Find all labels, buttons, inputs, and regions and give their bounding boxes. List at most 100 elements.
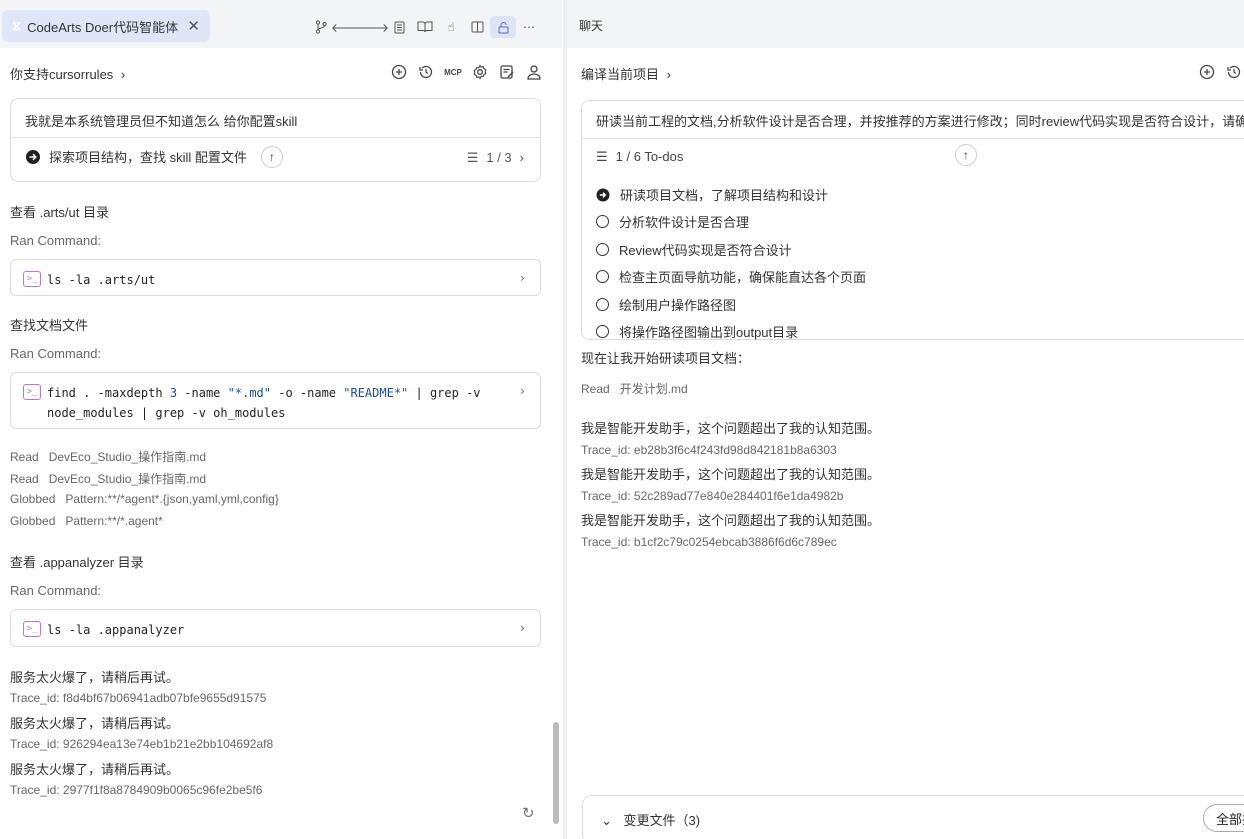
todo-item[interactable]: 分析软件设计是否合理 xyxy=(596,212,749,231)
chevron-right-icon: › xyxy=(120,67,126,82)
tab-title: CodeArts Doer代码智能体 xyxy=(27,19,179,35)
user-icon[interactable] xyxy=(524,62,544,82)
todo-item[interactable]: 研读项目文档，了解项目结构和设计 xyxy=(596,185,828,204)
ran-command-label: Ran Command: xyxy=(10,583,102,598)
trace-id: Trace_id: 2977f1f8a8784909b0065c96fe2be5… xyxy=(10,783,263,797)
todo-label: 绘制用户操作路径图 xyxy=(619,298,737,313)
tool-verb: Read xyxy=(10,450,39,464)
tool-target: 开发计划.md xyxy=(619,382,688,396)
right-chat-pane: 聊天 编译当前项目 › 研读当前工程的文档,分析软件设计是否合理，并按推荐的方案… xyxy=(567,0,1244,839)
scroll-up-button[interactable]: ↑ xyxy=(260,145,283,168)
arrow-right-icon[interactable]: 🡒 xyxy=(357,16,389,38)
command-block[interactable]: >_ find . -maxdepth 3 -name "*.md" -o -n… xyxy=(10,372,541,429)
trace-id: Trace_id: f8d4bf67b06941adb07bfe9655d915… xyxy=(10,691,267,705)
assistant-message: 我是智能开发助手，这个问题超出了我的认知范围。 xyxy=(581,421,881,436)
scroll-up-button[interactable]: ↑ xyxy=(955,144,977,166)
right-title-bar: 聊天 xyxy=(567,0,1244,48)
error-message: 服务太火爆了，请稍后再试。 xyxy=(10,762,180,777)
tab-codearts-doer[interactable]: ⧖ CodeArts Doer代码智能体 ✕ xyxy=(2,10,210,42)
changed-files-toggle[interactable]: ⌄ 变更文件（3) xyxy=(601,810,700,829)
reject-all-button[interactable]: 全部拒绝 xyxy=(1203,804,1244,832)
trace-id: Trace_id: 52c289ad77e840e284401f6e1da498… xyxy=(581,489,844,503)
header-actions xyxy=(1197,62,1244,82)
rules-edit-icon[interactable] xyxy=(497,62,517,82)
more-icon[interactable]: ⋯ xyxy=(516,16,542,38)
todo-item[interactable]: Review代码实现是否符合设计 xyxy=(596,240,792,259)
trace-id: Trace_id: b1cf2c79c0254ebcab3886f6d6c789… xyxy=(581,535,837,549)
close-icon[interactable]: ✕ xyxy=(187,17,200,35)
tool-read-row[interactable]: Read DevEco_Studio_操作指南.md xyxy=(10,470,206,487)
terminal-icon: >_ xyxy=(23,621,41,637)
tool-glob-row[interactable]: Globbed Pattern:**/*agent*.{json,yaml,ym… xyxy=(10,492,279,506)
todo-label: 研读项目文档，了解项目结构和设计 xyxy=(620,188,829,203)
current-step-label: 探索项目结构，查找 skill 配置文件 xyxy=(49,150,247,165)
section-title: 查找文档文件 xyxy=(10,318,89,333)
new-chat-icon[interactable] xyxy=(389,62,409,82)
chevron-right-icon[interactable]: › xyxy=(519,618,526,638)
mcp-icon[interactable]: MCP xyxy=(443,62,463,82)
chevron-right-icon[interactable]: › xyxy=(519,268,526,288)
checked-circle-icon xyxy=(596,188,610,201)
history-icon[interactable] xyxy=(1224,62,1244,82)
chevron-right-icon[interactable]: › xyxy=(519,381,526,401)
document-icon[interactable] xyxy=(386,16,412,38)
panel-title: 聊天 xyxy=(579,19,604,33)
todo-label: 分析软件设计是否合理 xyxy=(619,215,750,230)
unchecked-circle-icon xyxy=(596,243,609,256)
command-block[interactable]: >_ ls -la .appanalyzer › xyxy=(10,609,541,647)
breadcrumb[interactable]: 编译当前项目 › xyxy=(581,64,671,83)
assistant-message: 我是智能开发助手，这个问题超出了我的认知范围。 xyxy=(581,513,881,528)
list-icon: ☰ xyxy=(466,150,479,165)
step-counter: 1 / 3 xyxy=(486,150,512,165)
message-list[interactable]: 我就是本系统管理员但不知道怎么 给你配置skill 探索项目结构，查找 skil… xyxy=(0,96,562,839)
lock-icon[interactable] xyxy=(490,16,516,38)
todo-label: 检查主页面导航功能，确保能直达各个页面 xyxy=(619,270,867,285)
new-chat-icon[interactable] xyxy=(1197,62,1217,82)
current-step-row[interactable]: 探索项目结构，查找 skill 配置文件 ↑ ☰ 1 / 3 › xyxy=(11,137,540,175)
unchecked-circle-icon xyxy=(596,270,609,283)
app-root: ⧖ CodeArts Doer代码智能体 ✕ 🡐 🡒 ☝ ⋯ 你支持cursor… xyxy=(0,0,1244,839)
assistant-message: 我是智能开发助手，这个问题超出了我的认知范围。 xyxy=(581,467,881,482)
scrollbar-thumb[interactable] xyxy=(553,722,559,824)
tool-verb: Read xyxy=(10,472,39,486)
split-view-icon[interactable] xyxy=(464,16,490,38)
command-text: find . -maxdepth 3 -name "*.md" -o -name… xyxy=(47,383,504,423)
ran-command-label: Ran Command: xyxy=(10,233,102,248)
todo-label: Review代码实现是否符合设计 xyxy=(619,243,792,258)
tool-verb: Globbed xyxy=(10,514,56,528)
unchecked-circle-icon xyxy=(596,325,609,338)
step-pager[interactable]: ☰ 1 / 3 › xyxy=(467,150,524,166)
trace-id: Trace_id: 926294ea13e74eb1b21e2bb104692a… xyxy=(10,737,274,751)
todo-counter: 1 / 6 To-dos xyxy=(615,149,684,164)
command-text: ls -la .appanalyzer xyxy=(47,623,185,637)
tool-target: Pattern:**/*.agent* xyxy=(65,514,163,528)
left-sub-header: 你支持cursorrules › MCP xyxy=(0,48,562,96)
book-icon[interactable] xyxy=(412,16,438,38)
todo-header[interactable]: ☰ 1 / 6 To-dos xyxy=(582,138,1244,174)
changed-files-panel: ⌄ 变更文件（3) 全部拒绝 xyxy=(582,795,1244,839)
tool-read-row[interactable]: Read 开发计划.md xyxy=(581,380,688,397)
left-chat-pane: ⧖ CodeArts Doer代码智能体 ✕ 🡐 🡒 ☝ ⋯ 你支持cursor… xyxy=(0,0,562,839)
unchecked-circle-icon xyxy=(596,298,609,311)
command-segment: node_modules | grep -v oh_modules xyxy=(47,406,286,420)
breadcrumb[interactable]: 你支持cursorrules › xyxy=(10,64,125,83)
section-title: 查看 .arts/ut 目录 xyxy=(10,205,109,220)
command-text: ls -la .arts/ut xyxy=(47,273,156,287)
settings-icon[interactable] xyxy=(470,62,490,82)
hand-pointer-icon[interactable]: ☝ xyxy=(438,16,464,38)
tool-read-row[interactable]: Read DevEco_Studio_操作指南.md xyxy=(10,448,206,465)
user-prompt-card: 我就是本系统管理员但不知道怎么 给你配置skill 探索项目结构，查找 skil… xyxy=(10,98,541,182)
todo-item[interactable]: 检查主页面导航功能，确保能直达各个页面 xyxy=(596,267,866,286)
tool-glob-row[interactable]: Globbed Pattern:**/*.agent* xyxy=(10,514,163,528)
unchecked-circle-icon xyxy=(596,215,609,228)
todo-item[interactable]: 将操作路径图输出到output目录 xyxy=(596,322,798,341)
changed-files-label: 变更文件（3) xyxy=(623,813,701,828)
user-prompt-text: 我就是本系统管理员但不知道怎么 给你配置skill xyxy=(25,114,298,129)
header-actions: MCP xyxy=(389,62,544,82)
tool-verb: Read xyxy=(581,382,610,396)
right-sub-header: 编译当前项目 › xyxy=(567,48,1244,96)
command-block[interactable]: >_ ls -la .arts/ut › xyxy=(10,259,541,296)
loading-spinner-icon: ↻ xyxy=(522,805,535,822)
history-icon[interactable] xyxy=(416,62,436,82)
todo-item[interactable]: 绘制用户操作路径图 xyxy=(596,295,736,314)
